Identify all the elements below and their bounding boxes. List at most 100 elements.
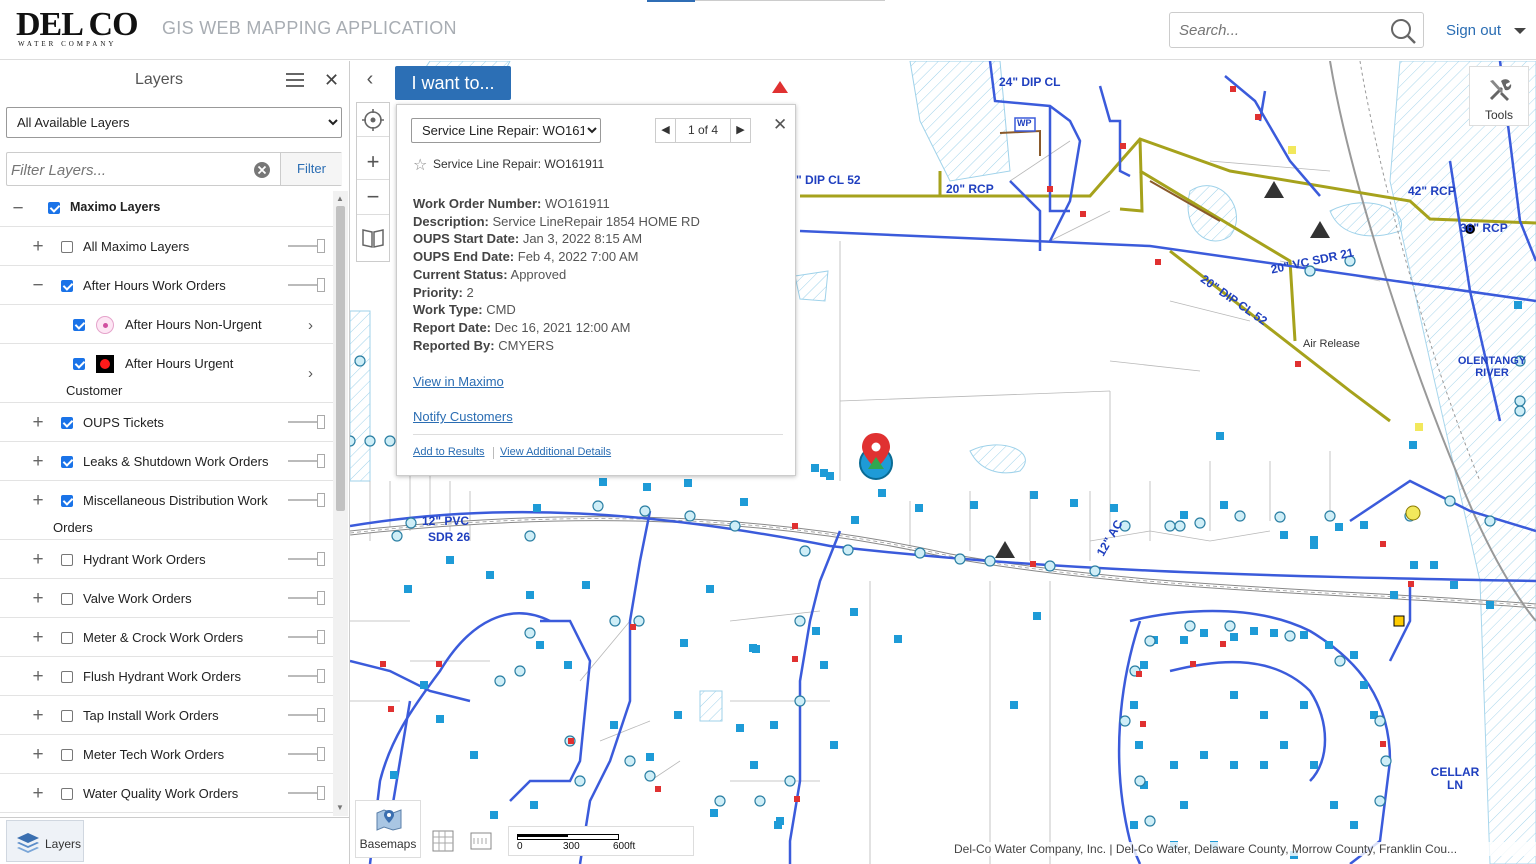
pager-text: 1 of 4 — [687, 123, 719, 137]
layer-row-misc-distribution[interactable]: + Miscellaneous Distribution Work Orders — [0, 482, 333, 540]
expand-icon[interactable]: + — [31, 589, 45, 608]
search-input[interactable] — [1170, 13, 1370, 47]
view-additional-details-link[interactable]: View Additional Details — [500, 446, 611, 458]
layer-checkbox[interactable] — [61, 495, 73, 507]
layer-checkbox[interactable] — [61, 710, 73, 722]
field-priority: Priority: 2 — [413, 284, 783, 302]
opacity-slider[interactable] — [288, 630, 326, 644]
opacity-slider[interactable] — [288, 591, 326, 605]
add-to-results-link[interactable]: Add to Results — [413, 446, 485, 458]
view-in-maximo-link[interactable]: View in Maximo — [413, 374, 504, 389]
layer-row-maximo-layers[interactable]: − Maximo Layers — [0, 191, 333, 227]
layer-checkbox[interactable] — [61, 788, 73, 800]
filter-button[interactable]: Filter — [280, 153, 342, 185]
opacity-slider[interactable] — [288, 669, 326, 683]
opacity-slider[interactable] — [288, 239, 326, 253]
zoom-in-button[interactable]: + — [357, 146, 389, 180]
chevron-down-icon[interactable] — [1513, 26, 1527, 36]
layer-row-all-maximo[interactable]: + All Maximo Layers — [0, 228, 333, 266]
collapse-icon[interactable]: − — [31, 276, 45, 295]
locate-icon[interactable] — [357, 103, 389, 137]
layer-checkbox[interactable] — [61, 456, 73, 468]
collapse-icon[interactable]: − — [11, 199, 25, 218]
i-want-to-button[interactable]: I want to... — [395, 66, 511, 100]
menu-icon[interactable] — [286, 72, 304, 88]
tools-button[interactable]: Tools — [1469, 66, 1529, 126]
expand-icon[interactable]: + — [31, 745, 45, 764]
search-icon[interactable] — [1389, 17, 1417, 45]
sign-out-link[interactable]: Sign out — [1446, 22, 1501, 39]
layer-checkbox[interactable] — [73, 319, 85, 331]
next-feature-icon[interactable]: ▶ — [730, 119, 750, 142]
filter-layers-input[interactable] — [11, 158, 241, 182]
scroll-up-icon[interactable]: ▲ — [336, 194, 344, 203]
layer-row-hydrant[interactable]: + Hydrant Work Orders — [0, 541, 333, 579]
layer-label: Meter & Crock Work Orders — [83, 630, 244, 645]
clear-icon[interactable] — [253, 161, 271, 179]
layer-checkbox[interactable] — [48, 202, 60, 214]
expand-icon[interactable]: + — [31, 628, 45, 647]
basemaps-button[interactable]: Basemaps — [355, 800, 421, 858]
expand-icon[interactable]: + — [31, 667, 45, 686]
layer-row-after-hours[interactable]: − After Hours Work Orders — [0, 267, 333, 305]
field-label: Reported By: — [413, 337, 495, 353]
collapse-panel-icon[interactable]: ‹ — [357, 67, 383, 93]
notify-customers-link[interactable]: Notify Customers — [413, 409, 513, 424]
scrollbar-thumb[interactable] — [336, 206, 345, 511]
layer-checkbox[interactable] — [61, 280, 73, 292]
opacity-slider[interactable] — [288, 415, 326, 429]
zoom-out-button[interactable]: − — [357, 181, 389, 215]
opacity-slider[interactable] — [288, 552, 326, 566]
star-icon[interactable]: ☆ — [413, 155, 427, 175]
close-icon[interactable]: ✕ — [324, 70, 339, 91]
layer-row-flush-hydrant[interactable]: + Flush Hydrant Work Orders — [0, 658, 333, 696]
opacity-slider[interactable] — [288, 747, 326, 761]
layer-row-after-hours-urgent[interactable]: After Hours Urgent Customer › — [0, 345, 333, 403]
opacity-slider[interactable] — [288, 278, 326, 292]
grid-icon[interactable] — [430, 828, 456, 854]
layer-checkbox[interactable] — [73, 358, 85, 370]
layer-filter-select[interactable]: All Available Layers — [6, 107, 342, 138]
layer-row-after-hours-non-urgent[interactable]: After Hours Non-Urgent › — [0, 306, 333, 344]
layer-checkbox[interactable] — [61, 749, 73, 761]
expand-icon[interactable]: + — [31, 491, 45, 510]
scroll-down-icon[interactable]: ▼ — [336, 803, 344, 812]
close-icon[interactable]: ✕ — [773, 115, 787, 135]
layer-label: OUPS Tickets — [83, 415, 164, 430]
opacity-slider[interactable] — [288, 454, 326, 468]
layer-checkbox[interactable] — [61, 632, 73, 644]
layer-row-meter-tech[interactable]: + Meter Tech Work Orders — [0, 736, 333, 774]
chevron-right-icon[interactable]: › — [308, 365, 313, 382]
map-label-rcp42: 42" RCP — [1408, 184, 1456, 198]
field-current-status: Current Status: Approved — [413, 266, 783, 284]
layer-row-oups[interactable]: + OUPS Tickets — [0, 404, 333, 442]
scale-icon[interactable] — [468, 828, 494, 854]
expand-icon[interactable]: + — [31, 413, 45, 432]
popup-feature-select[interactable]: Service Line Repair: WO1619 — [411, 118, 601, 143]
layer-checkbox[interactable] — [61, 554, 73, 566]
layer-row-leaks[interactable]: + Leaks & Shutdown Work Orders — [0, 443, 333, 481]
layer-row-meter-crock[interactable]: + Meter & Crock Work Orders — [0, 619, 333, 657]
previous-feature-icon[interactable]: ◀ — [656, 119, 676, 142]
layer-checkbox[interactable] — [61, 593, 73, 605]
layer-row-water-quality[interactable]: + Water Quality Work Orders — [0, 775, 333, 813]
expand-icon[interactable]: + — [31, 550, 45, 569]
layer-row-valve[interactable]: + Valve Work Orders — [0, 580, 333, 618]
opacity-slider[interactable] — [288, 708, 326, 722]
map-label-river: OLENTANGY RIVER — [1457, 355, 1527, 379]
layer-checkbox[interactable] — [61, 417, 73, 429]
map-label-dip24: 24" DIP CL — [999, 75, 1061, 89]
expand-icon[interactable]: + — [31, 452, 45, 471]
expand-icon[interactable]: + — [31, 784, 45, 803]
expand-icon[interactable]: + — [31, 237, 45, 256]
bookmarks-icon[interactable] — [357, 221, 389, 255]
layers-tab[interactable]: Layers — [6, 820, 84, 862]
layer-row-tap-install[interactable]: + Tap Install Work Orders — [0, 697, 333, 735]
field-work-type: Work Type: CMD — [413, 301, 783, 319]
layer-checkbox[interactable] — [61, 241, 73, 253]
chevron-right-icon[interactable]: › — [308, 317, 313, 334]
opacity-slider[interactable] — [288, 786, 326, 800]
layer-checkbox[interactable] — [61, 671, 73, 683]
expand-icon[interactable]: + — [31, 706, 45, 725]
opacity-slider[interactable] — [288, 493, 326, 507]
